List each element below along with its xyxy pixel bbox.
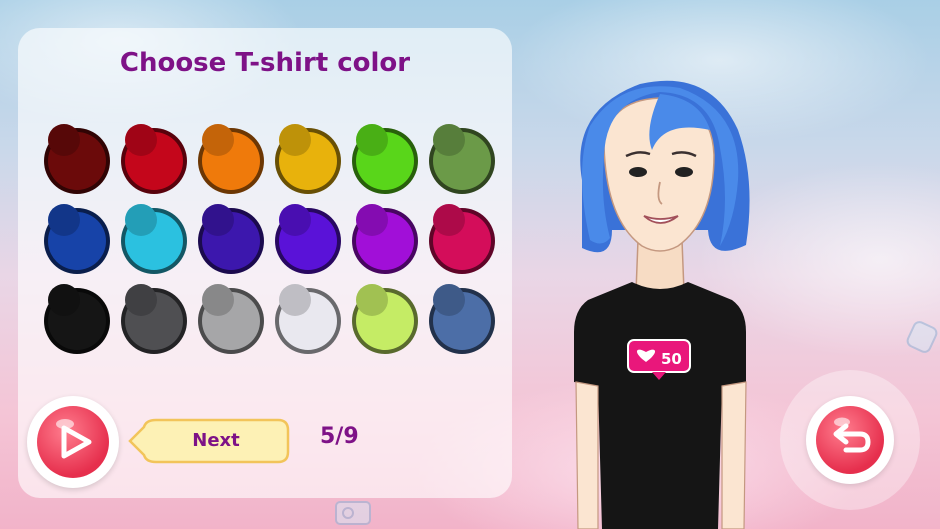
color-swatch-lime-green[interactable] — [352, 124, 418, 194]
swatch-highlight — [48, 284, 80, 316]
avatar-character: 50 — [574, 80, 750, 529]
swatch-highlight — [125, 124, 157, 156]
background-sticker-icon — [906, 321, 938, 353]
page-title: Choose T-shirt color — [119, 48, 411, 78]
color-swatch-yellow[interactable] — [275, 124, 341, 194]
swatch-highlight — [356, 204, 388, 236]
swatch-highlight — [433, 284, 465, 316]
color-swatch-navy-blue[interactable] — [44, 204, 110, 274]
color-swatch-slate-blue[interactable] — [429, 284, 495, 354]
swatch-highlight — [202, 124, 234, 156]
color-swatch-black[interactable] — [44, 284, 110, 354]
swatch-highlight — [279, 204, 311, 236]
background-sticker-icon — [335, 501, 371, 525]
next-button[interactable]: Next — [128, 418, 290, 464]
color-swatch-olive-green[interactable] — [429, 124, 495, 194]
play-icon — [56, 419, 92, 459]
swatch-highlight — [279, 124, 311, 156]
play-button[interactable] — [27, 396, 119, 488]
color-swatch-orange[interactable] — [198, 124, 264, 194]
swatch-highlight — [125, 204, 157, 236]
color-swatch-dark-gray[interactable] — [121, 284, 187, 354]
color-swatch-cyan[interactable] — [121, 204, 187, 274]
swatch-highlight — [48, 124, 80, 156]
color-swatch-gray[interactable] — [198, 284, 264, 354]
color-swatch-purple[interactable] — [352, 204, 418, 274]
swatch-highlight — [279, 284, 311, 316]
color-swatch-light-gray[interactable] — [275, 284, 341, 354]
swatch-highlight — [433, 204, 465, 236]
swatch-highlight — [356, 284, 388, 316]
color-swatch-indigo[interactable] — [198, 204, 264, 274]
step-progress: 5/9 — [320, 424, 359, 449]
back-button[interactable] — [806, 396, 894, 484]
swatch-highlight — [202, 284, 234, 316]
next-label: Next — [192, 430, 240, 451]
swatch-highlight — [125, 284, 157, 316]
swatch-highlight — [433, 124, 465, 156]
color-swatch-violet[interactable] — [275, 204, 341, 274]
color-swatch-magenta[interactable] — [429, 204, 495, 274]
swatch-highlight — [202, 204, 234, 236]
swatch-highlight — [356, 124, 388, 156]
badge-text: 50 — [661, 350, 682, 368]
tshirt — [574, 282, 746, 529]
undo-arrow-icon — [833, 417, 871, 453]
swatch-highlight — [48, 204, 80, 236]
color-swatch-dark-red[interactable] — [44, 124, 110, 194]
color-swatch-red[interactable] — [121, 124, 187, 194]
color-swatch-light-green[interactable] — [352, 284, 418, 354]
back-button-halo — [780, 370, 920, 510]
